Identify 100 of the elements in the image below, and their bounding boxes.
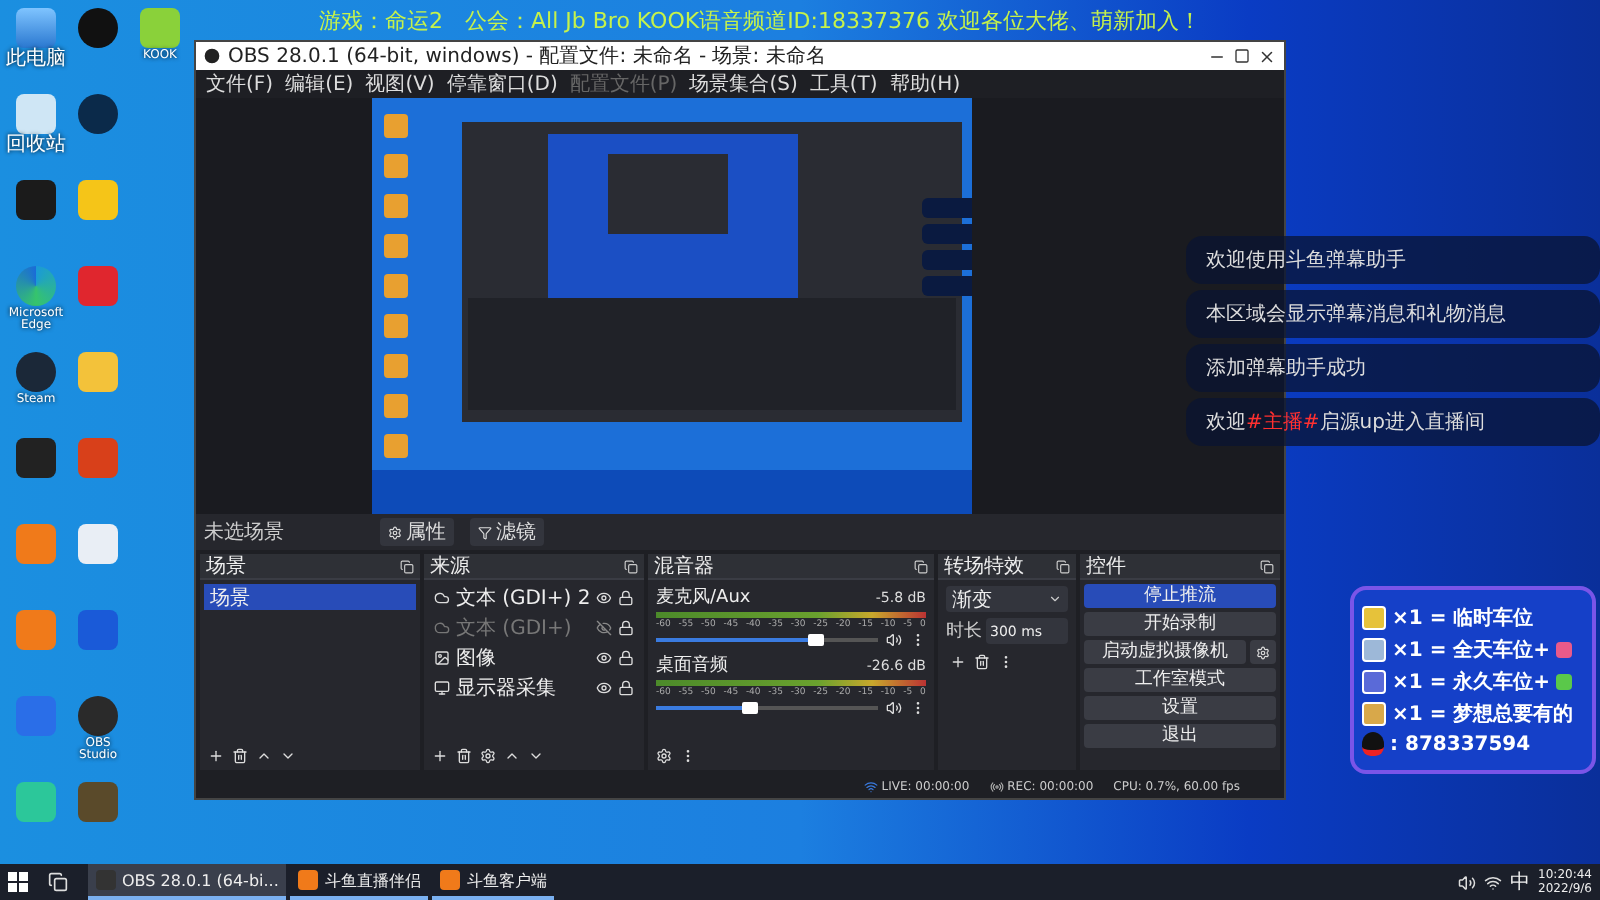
control-button[interactable]: 设置 [1084,696,1276,720]
app-shortcut-icon[interactable] [16,94,56,134]
eye-icon[interactable] [596,649,612,665]
properties-button[interactable]: 属性 [380,518,454,546]
source-item[interactable]: 图像 [456,643,590,671]
duration-label: 时长 [946,619,982,644]
gift-icon [1362,606,1386,630]
filter-icon [478,525,492,539]
gift-icon [1362,638,1386,662]
app-shortcut-icon[interactable] [16,438,56,478]
app-shortcut-icon[interactable] [78,94,118,134]
channel-name: 麦克风/Aux [656,585,751,610]
move-down-icon[interactable] [528,748,544,764]
reward-text: ×1 = 全天车位+ [1392,636,1551,664]
panel-title: 来源 [430,553,470,580]
add-icon[interactable] [208,748,224,764]
settings-button[interactable] [1250,640,1276,664]
move-up-icon[interactable] [256,748,272,764]
monitor-icon [434,679,450,695]
panel-title: 转场特效 [944,553,1024,580]
shortcut-label: 此电脑 [6,50,66,71]
taskbar-app[interactable]: 斗鱼直播伴侣 [290,864,429,900]
undock-icon[interactable] [1260,559,1274,573]
menu-item[interactable]: 工具(T) [809,70,878,98]
undock-icon[interactable] [914,559,928,573]
control-button[interactable]: 工作室模式 [1084,668,1276,692]
chat-message: 添加弹幕助手成功 [1186,344,1600,392]
delete-icon[interactable] [974,654,990,670]
control-button[interactable]: 开始录制 [1084,612,1276,636]
lock-icon[interactable] [618,589,634,605]
app-shortcut-icon[interactable] [78,8,118,48]
menu-item[interactable]: 视图(V) [365,70,435,98]
speaker-icon[interactable] [1458,873,1477,891]
gear-icon [388,525,402,539]
menu-item[interactable]: 停靠窗口(D) [446,70,558,98]
penguin-icon [1362,732,1384,756]
record-icon [989,779,1004,793]
move-down-icon[interactable] [280,748,296,764]
slider-thumb[interactable] [741,702,758,714]
lock-icon[interactable] [618,649,634,665]
app-shortcut-icon[interactable] [16,8,56,48]
shortcut-label: 回收站 [6,136,66,157]
undock-icon[interactable] [624,559,638,573]
app-shortcut-icon[interactable] [78,696,118,736]
lock-icon[interactable] [618,679,634,695]
channel-name: 桌面音频 [656,653,728,678]
chat-message: 本区域会显示弹幕消息和礼物消息 [1186,290,1600,338]
window-title: OBS 28.0.1 (64-bit, windows) - 配置文件: 未命名 - 场景: 未命名 [228,43,828,70]
app-shortcut-icon[interactable] [78,524,118,564]
qq-number: : 878337594 [1390,733,1531,755]
eye-icon[interactable] [596,679,612,695]
undock-icon[interactable] [400,559,414,573]
chat-message: 欢迎#主播#启源up进入直播间 [1186,398,1600,446]
gear-icon [1256,645,1270,659]
app-shortcut-icon[interactable] [16,352,56,392]
scene-item[interactable]: 场景 [204,584,416,610]
reward-text: ×1 = 永久车位+ [1392,668,1551,696]
speaker-icon[interactable] [886,632,902,648]
input-method-indicator[interactable]: 中 [1510,868,1531,896]
control-button[interactable]: 启动虚拟摄像机 [1084,640,1246,664]
control-button[interactable]: 停止推流 [1084,584,1276,608]
menu-item[interactable]: 编辑(E) [285,70,354,98]
slider-thumb[interactable] [807,634,824,646]
transition-select[interactable]: 渐变 [946,586,1068,612]
move-up-icon[interactable] [504,748,520,764]
menu-item[interactable]: 文件(F) [206,70,274,98]
source-item[interactable]: 文本 (GDI+) 2 [455,583,591,611]
taskbar-app[interactable]: OBS 28.0.1 (64-bi... [88,864,287,900]
menu-item[interactable]: 场景集合(S) [689,70,798,98]
broadcast-icon [863,779,878,793]
task-view-icon[interactable] [48,872,68,892]
speaker-icon[interactable] [886,700,902,716]
stream-banner-text: 游戏：命运2 公会：All Jb Bro KOOK语音频道ID:18337376 欢迎各位大佬、萌新加入！ [317,5,1203,37]
add-icon[interactable] [950,654,966,670]
settings-icon[interactable] [656,748,672,764]
reward-text: ×1 = 梦想总要有的 [1392,701,1574,728]
eye-off-icon[interactable] [596,619,612,635]
gift-icon [1362,702,1386,726]
close-icon[interactable] [1258,47,1276,65]
eye-icon[interactable] [596,589,613,605]
network-icon[interactable] [1484,873,1503,891]
taskbar-app[interactable]: 斗鱼客户端 [432,864,555,900]
app-shortcut-icon[interactable] [16,180,56,220]
chat-message: 欢迎使用斗鱼弹幕助手 [1186,236,1600,284]
filters-button[interactable]: 滤镜 [470,518,544,546]
panel-title: 场景 [206,553,246,580]
undock-icon[interactable] [1056,559,1070,573]
windows-logo-icon[interactable] [8,872,28,892]
app-logo-icon [204,48,220,64]
image-icon [434,649,450,665]
menu-item[interactable]: 帮助(H) [889,70,961,98]
settings-icon[interactable] [480,748,496,764]
control-button[interactable]: 退出 [1084,724,1276,748]
lock-icon[interactable] [618,619,634,635]
gift-icon [1362,670,1386,694]
source-item[interactable]: 显示器采集 [456,673,590,701]
delete-icon[interactable] [456,748,472,764]
add-icon[interactable] [432,748,448,764]
delete-icon[interactable] [232,748,248,764]
maximize-icon[interactable] [1234,48,1250,64]
